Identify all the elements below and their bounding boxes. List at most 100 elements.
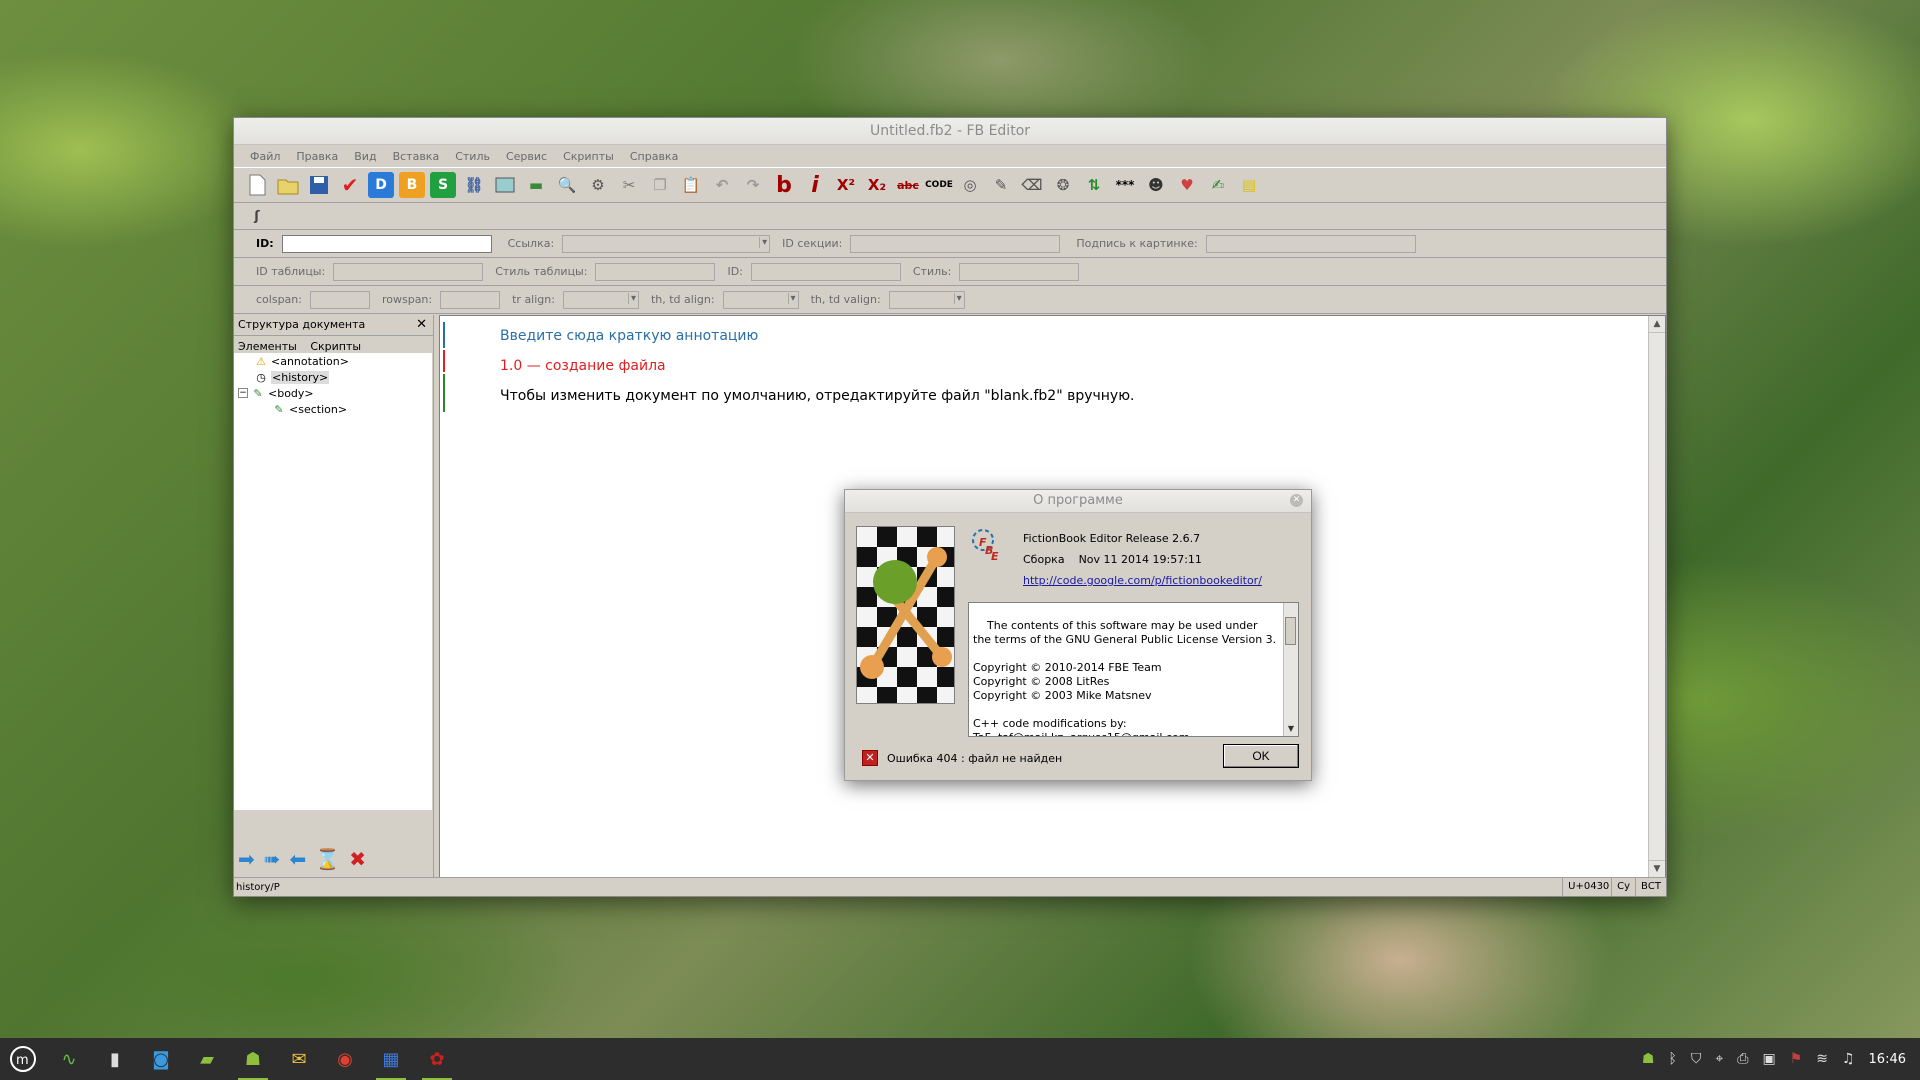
collapse-icon[interactable]: − (238, 388, 248, 398)
menu-logo-icon[interactable]: m (4, 1042, 42, 1076)
strikethrough-icon[interactable]: abc (895, 172, 921, 198)
open-file-icon[interactable] (275, 172, 301, 198)
save-icon[interactable] (306, 172, 332, 198)
d-button-icon[interactable]: D (368, 172, 394, 198)
move-right-icon[interactable]: ➡ (238, 847, 255, 871)
image-caption-input[interactable] (1205, 234, 1416, 253)
printer-icon[interactable]: ⎙ (1737, 1051, 1748, 1067)
table-id-input[interactable] (333, 262, 484, 281)
android-tray-icon[interactable]: ☗ (1642, 1051, 1655, 1067)
tree-node-history[interactable]: ◷ <history> (254, 370, 330, 384)
license-scrollbar[interactable]: ▲ ▼ (1283, 603, 1298, 736)
close-icon[interactable]: ✕ (416, 315, 427, 335)
cut-icon[interactable]: ✂ (616, 172, 642, 198)
rowspan-input[interactable] (440, 290, 501, 309)
display-icon[interactable]: ▣ (1762, 1051, 1775, 1067)
italic-icon[interactable]: i (802, 172, 828, 198)
menu-insert[interactable]: Вставка (393, 150, 440, 163)
system-monitor-icon[interactable]: ∿ (50, 1042, 88, 1076)
menu-style[interactable]: Стиль (455, 150, 490, 163)
tree-node-body[interactable]: − ✎ <body> (238, 386, 314, 400)
highlight-icon[interactable]: ▬ (523, 172, 549, 198)
note-icon[interactable]: ▤ (1236, 172, 1262, 198)
ok-button[interactable]: OK (1223, 744, 1299, 768)
scroll-down-icon[interactable]: ▼ (1649, 860, 1665, 877)
scroll-thumb[interactable] (1285, 617, 1296, 645)
tr-align-select[interactable] (562, 290, 639, 309)
pen-icon[interactable]: ✍ (1205, 172, 1231, 198)
menu-scripts[interactable]: Скрипты (563, 150, 614, 163)
b-button-icon[interactable]: B (399, 172, 425, 198)
project-url-link[interactable]: http://code.google.com/p/fictionbookedit… (1023, 574, 1262, 587)
person-icon[interactable]: ☻ (1143, 172, 1169, 198)
menu-service[interactable]: Сервис (506, 150, 547, 163)
music-icon[interactable]: ♫ (1842, 1051, 1855, 1067)
hourglass-icon[interactable]: ⌛ (315, 847, 340, 871)
th-td-align-select[interactable] (722, 290, 799, 309)
fbe-taskbar-icon[interactable]: ✿ (418, 1042, 456, 1080)
shield-icon[interactable]: ⛉ (1691, 1051, 1702, 1067)
copy-icon[interactable]: ❐ (647, 172, 673, 198)
s-button-icon[interactable]: S (430, 172, 456, 198)
replace-icon[interactable]: ⚙ (585, 172, 611, 198)
tab-scripts[interactable]: Скрипты (310, 340, 361, 353)
android-icon[interactable]: ☗ (234, 1042, 272, 1080)
menu-help[interactable]: Справка (630, 150, 678, 163)
section-id-input[interactable] (850, 234, 1061, 253)
redo-icon[interactable]: ↷ (740, 172, 766, 198)
link-icon[interactable]: ⛓ (461, 172, 487, 198)
id-input[interactable] (281, 234, 492, 253)
colspan-input[interactable] (309, 290, 370, 309)
terminal-icon[interactable]: ▮ (96, 1042, 134, 1076)
wifi-icon[interactable]: ≋ (1816, 1051, 1828, 1067)
image-icon[interactable] (492, 172, 518, 198)
script-run-icon[interactable]: ʃ (244, 203, 270, 229)
globe-icon[interactable]: ◎ (957, 172, 983, 198)
files-icon[interactable]: ▰ (188, 1042, 226, 1076)
bluetooth-icon[interactable]: ᛒ (1668, 1051, 1676, 1067)
tree-node-section[interactable]: ✎ <section> (272, 402, 347, 416)
annotation-text[interactable]: Введите сюда краткую аннотацию (500, 328, 758, 344)
code-icon[interactable]: CODE (925, 172, 953, 198)
calc-icon[interactable]: ▦ (372, 1042, 410, 1080)
body-text[interactable]: Чтобы изменить документ по умолчанию, от… (500, 388, 1134, 404)
link-select[interactable] (562, 234, 771, 253)
find-icon[interactable]: 🔍 (554, 172, 580, 198)
close-icon[interactable]: ✕ (1290, 494, 1303, 507)
stars-icon[interactable]: *** (1112, 172, 1138, 198)
check-icon[interactable]: ✔ (337, 172, 363, 198)
location-icon[interactable]: ⌖ (1715, 1051, 1723, 1067)
tab-elements[interactable]: Элементы (238, 340, 297, 353)
spellcheck-icon[interactable]: ♥ (1174, 172, 1200, 198)
camera-icon[interactable]: ◙ (142, 1042, 180, 1076)
delete-icon[interactable]: ✖ (349, 847, 366, 871)
menu-file[interactable]: Файл (250, 150, 280, 163)
license-text[interactable]: The contents of this software may be use… (968, 602, 1299, 737)
menu-view[interactable]: Вид (354, 150, 376, 163)
arrows-icon[interactable]: ⇅ (1081, 172, 1107, 198)
undo-icon[interactable]: ↶ (709, 172, 735, 198)
new-file-icon[interactable] (244, 172, 270, 198)
history-text[interactable]: 1.0 — создание файла (500, 358, 666, 374)
flag-us-icon[interactable]: ⚑ (1790, 1051, 1803, 1067)
scroll-up-icon[interactable]: ▲ (1649, 316, 1665, 333)
menu-edit[interactable]: Правка (296, 150, 338, 163)
superscript-icon[interactable]: X² (833, 172, 859, 198)
editor-scrollbar[interactable]: ▲ ▼ (1648, 316, 1665, 877)
network-icon[interactable]: ❂ (1050, 172, 1076, 198)
move-left-icon[interactable]: ⬅ (290, 847, 307, 871)
edit-icon[interactable]: ✎ (988, 172, 1014, 198)
paste-icon[interactable]: 📋 (678, 172, 704, 198)
style-input[interactable] (959, 262, 1080, 281)
move-right-alt-icon[interactable]: ➠ (264, 847, 281, 871)
mail-icon[interactable]: ✉ (280, 1042, 318, 1076)
scroll-down-icon[interactable]: ▼ (1284, 722, 1298, 736)
tree-node-annotation[interactable]: ⚠ <annotation> (254, 354, 349, 368)
chrome-icon[interactable]: ◉ (326, 1042, 364, 1076)
bold-icon[interactable]: b (771, 172, 797, 198)
clock[interactable]: 16:46 (1869, 1052, 1906, 1067)
cell-id-input[interactable] (750, 262, 901, 281)
clear-icon[interactable]: ⌫ (1019, 172, 1045, 198)
table-style-input[interactable] (595, 262, 716, 281)
subscript-icon[interactable]: X₂ (864, 172, 890, 198)
